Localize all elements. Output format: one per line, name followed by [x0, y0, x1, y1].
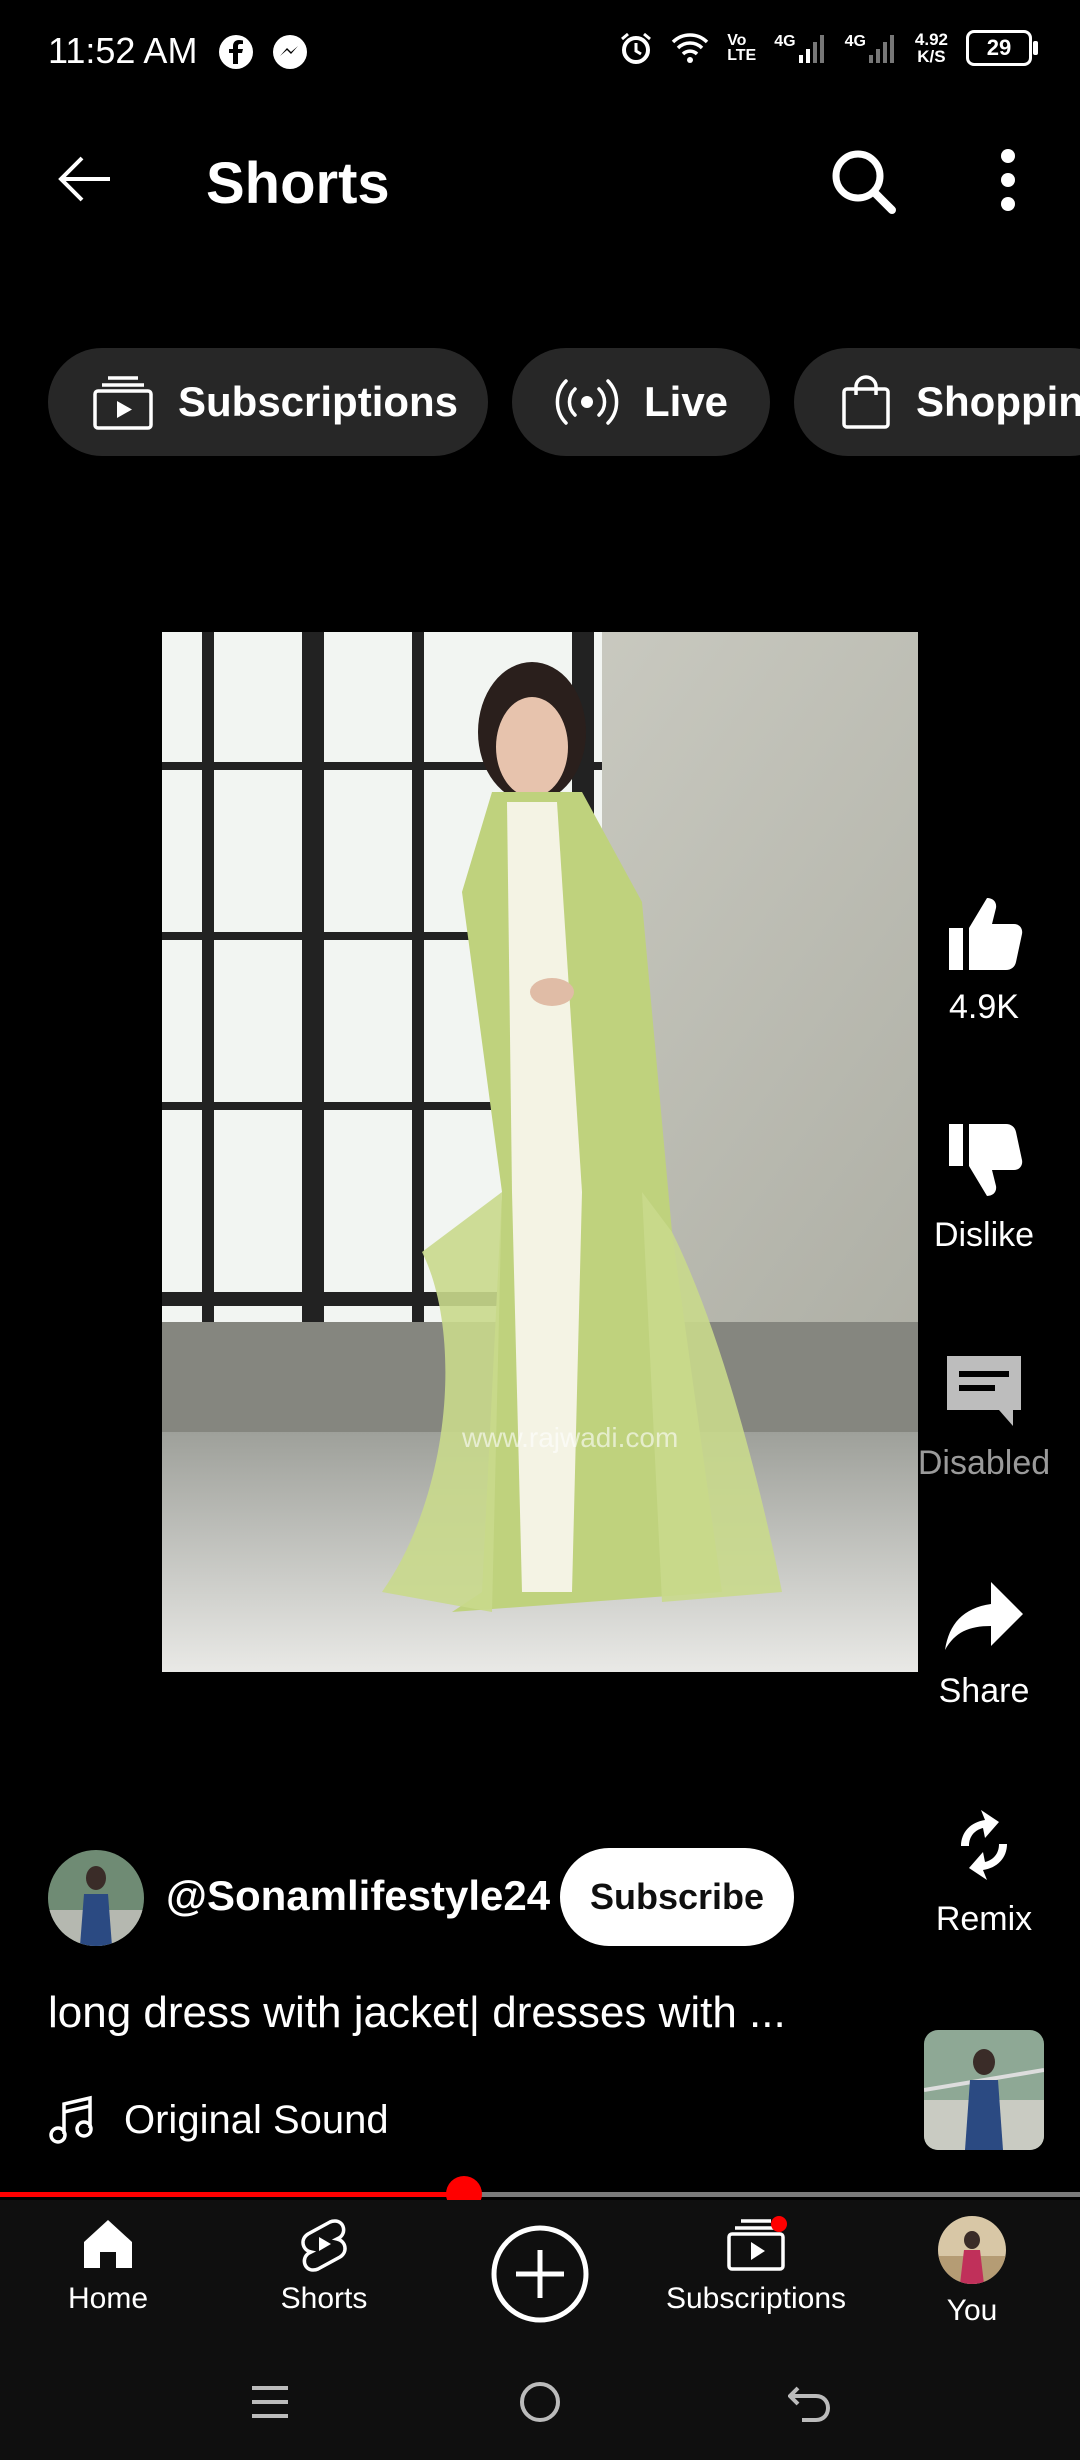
nav-label: Shorts	[280, 2282, 368, 2315]
remix-label: Remix	[935, 1900, 1033, 1938]
alarm-icon	[621, 32, 652, 64]
signal-bars-icon	[868, 35, 894, 63]
volte-indicator: Vo LTE	[727, 32, 757, 64]
nav-subscriptions[interactable]: Subscriptions	[666, 2216, 846, 2316]
search-icon[interactable]	[830, 148, 898, 216]
comment-icon	[947, 1356, 1021, 1426]
page-title: Shorts	[206, 151, 390, 216]
messenger-icon	[273, 35, 307, 69]
notification-dot	[771, 2216, 787, 2232]
battery-icon: 29	[966, 30, 1038, 66]
sound-row[interactable]: Original Sound	[48, 2094, 389, 2146]
sound-label: Original Sound	[124, 2097, 389, 2142]
facebook-icon	[219, 35, 253, 69]
remix-button[interactable]: Remix	[918, 1802, 1050, 1939]
nav-you[interactable]: You	[882, 2216, 1062, 2328]
back-arrow-icon[interactable]	[56, 150, 114, 208]
signal-2: 4G	[845, 33, 897, 63]
chip-subscriptions[interactable]: Subscriptions	[48, 348, 488, 456]
volte-top: Vo	[727, 32, 747, 49]
volte-bottom: LTE	[727, 47, 757, 64]
net-speed-unit: K/S	[917, 47, 946, 66]
video-thumbnail-image: www.rajwadi.com	[162, 632, 918, 1672]
video-watermark: www.rajwadi.com	[461, 1422, 678, 1453]
avatar-image	[48, 1850, 144, 1946]
net-speed: 4.92 K/S	[915, 31, 948, 65]
net-speed-value: 4.92	[914, 30, 948, 49]
nav-label: You	[946, 2294, 998, 2327]
music-note-icon	[49, 2095, 93, 2144]
signal-2-label: 4G	[844, 33, 866, 50]
back-icon[interactable]	[788, 2380, 832, 2424]
subscriptions-icon	[727, 2216, 787, 2271]
shorts-icon	[301, 2219, 347, 2272]
chip-label: Shopping	[916, 378, 1080, 425]
profile-image	[938, 2216, 1006, 2284]
signal-bars-icon	[798, 35, 824, 63]
more-options-icon[interactable]	[996, 148, 1020, 212]
home-circle-icon[interactable]	[518, 2380, 562, 2424]
remix-icon	[961, 1810, 1007, 1880]
video-caption[interactable]: long dress with jacket| dresses with ...	[48, 1988, 786, 2038]
dislike-label: Dislike	[933, 1216, 1035, 1254]
nav-label: Home	[67, 2282, 149, 2315]
status-left-icons	[218, 34, 308, 70]
comments-label: Disabled	[917, 1444, 1051, 1482]
battery-level: 29	[986, 35, 1012, 60]
shopping-bag-icon	[842, 375, 890, 429]
short-video[interactable]: www.rajwadi.com	[162, 632, 918, 1672]
sound-thumbnail-image	[924, 2030, 1044, 2150]
channel-handle[interactable]: @Sonamlifestyle24	[166, 1872, 550, 1920]
like-count: 4.9K	[949, 988, 1019, 1026]
add-icon	[491, 2225, 589, 2323]
recent-apps-icon[interactable]	[250, 2382, 290, 2422]
chip-label: Subscriptions	[178, 378, 459, 425]
nav-label: Subscriptions	[665, 2282, 847, 2315]
share-label: Share	[938, 1672, 1030, 1710]
signal-1-label: 4G	[774, 33, 796, 50]
status-icons: Vo LTE 4G 4G 4.92 K/S 29	[619, 30, 1038, 66]
wifi-icon	[671, 33, 709, 63]
create-button[interactable]	[490, 2224, 590, 2329]
chip-shopping[interactable]: Shopping	[794, 348, 1080, 456]
nav-shorts[interactable]: Shorts	[234, 2216, 414, 2316]
subscriptions-icon	[93, 376, 153, 430]
nav-home[interactable]: Home	[18, 2216, 198, 2316]
live-icon	[555, 379, 619, 425]
thumbs-down-icon	[949, 1124, 1023, 1196]
thumbs-up-icon	[949, 898, 1023, 970]
progress-fill	[0, 2192, 465, 2197]
profile-avatar	[938, 2216, 1006, 2284]
status-time: 11:52 AM	[48, 30, 198, 71]
like-button[interactable]: 4.9K	[918, 890, 1050, 1027]
channel-avatar[interactable]	[48, 1850, 144, 1946]
signal-1: 4G	[774, 33, 826, 63]
dislike-button[interactable]: Dislike	[918, 1118, 1050, 1255]
chip-label: Live	[644, 378, 729, 425]
home-icon	[84, 2220, 132, 2268]
share-icon	[945, 1582, 1023, 1650]
sound-thumbnail[interactable]	[924, 2030, 1044, 2150]
share-button[interactable]: Share	[918, 1574, 1050, 1711]
comments-button: Disabled	[918, 1346, 1050, 1483]
chip-live[interactable]: Live	[512, 348, 770, 456]
subscribe-button[interactable]: Subscribe	[560, 1848, 794, 1946]
